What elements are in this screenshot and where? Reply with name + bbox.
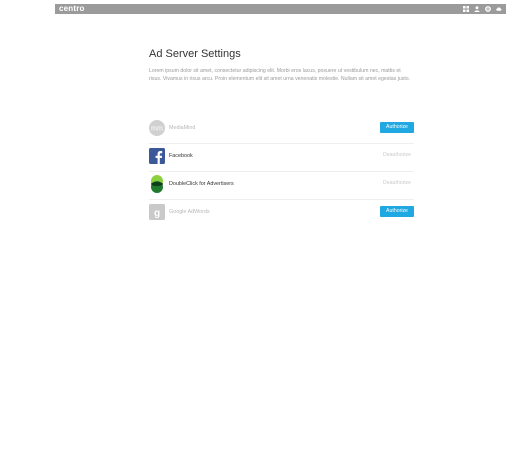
svg-text:mm: mm: [151, 126, 163, 133]
top-bar: centro: [55, 4, 506, 14]
list-item-mediamind: mm MediaMind Authorize: [149, 116, 414, 144]
grid-icon[interactable]: [463, 6, 469, 12]
svg-text:g: g: [154, 208, 160, 219]
google-adwords-logo-icon: g: [149, 204, 165, 220]
service-name: Google AdWords: [169, 209, 210, 215]
facebook-logo-icon: [149, 148, 165, 164]
deauthorize-button[interactable]: Deauthorize: [378, 178, 414, 189]
doubleclick-logo-icon: [149, 175, 165, 193]
brand-logo[interactable]: centro: [59, 4, 85, 14]
top-icons: [463, 4, 502, 14]
mediamind-logo-icon: mm: [149, 120, 165, 136]
gear-icon[interactable]: [485, 6, 491, 12]
list-item-google-adwords: g Google AdWords Authorize: [149, 200, 414, 227]
settings-header: Ad Server Settings Lorem ipsum dolor sit…: [149, 48, 414, 83]
service-name: DoubleClick for Advertisers: [169, 181, 234, 187]
page-description: Lorem ipsum dolor sit amet, consectetur …: [149, 68, 411, 82]
service-name: MediaMind: [169, 125, 196, 131]
authorize-button[interactable]: Authorize: [380, 122, 414, 133]
page-title: Ad Server Settings: [149, 48, 241, 60]
ad-server-list: mm MediaMind Authorize Facebook Deauthor…: [149, 116, 414, 227]
list-item-doubleclick: DoubleClick for Advertisers Deauthorize: [149, 172, 414, 200]
deauthorize-button[interactable]: Deauthorize: [378, 150, 414, 161]
authorize-button[interactable]: Authorize: [380, 206, 414, 217]
user-icon[interactable]: [474, 6, 480, 12]
service-name: Facebook: [169, 153, 193, 159]
list-item-facebook: Facebook Deauthorize: [149, 144, 414, 172]
cloud-icon[interactable]: [496, 6, 502, 12]
